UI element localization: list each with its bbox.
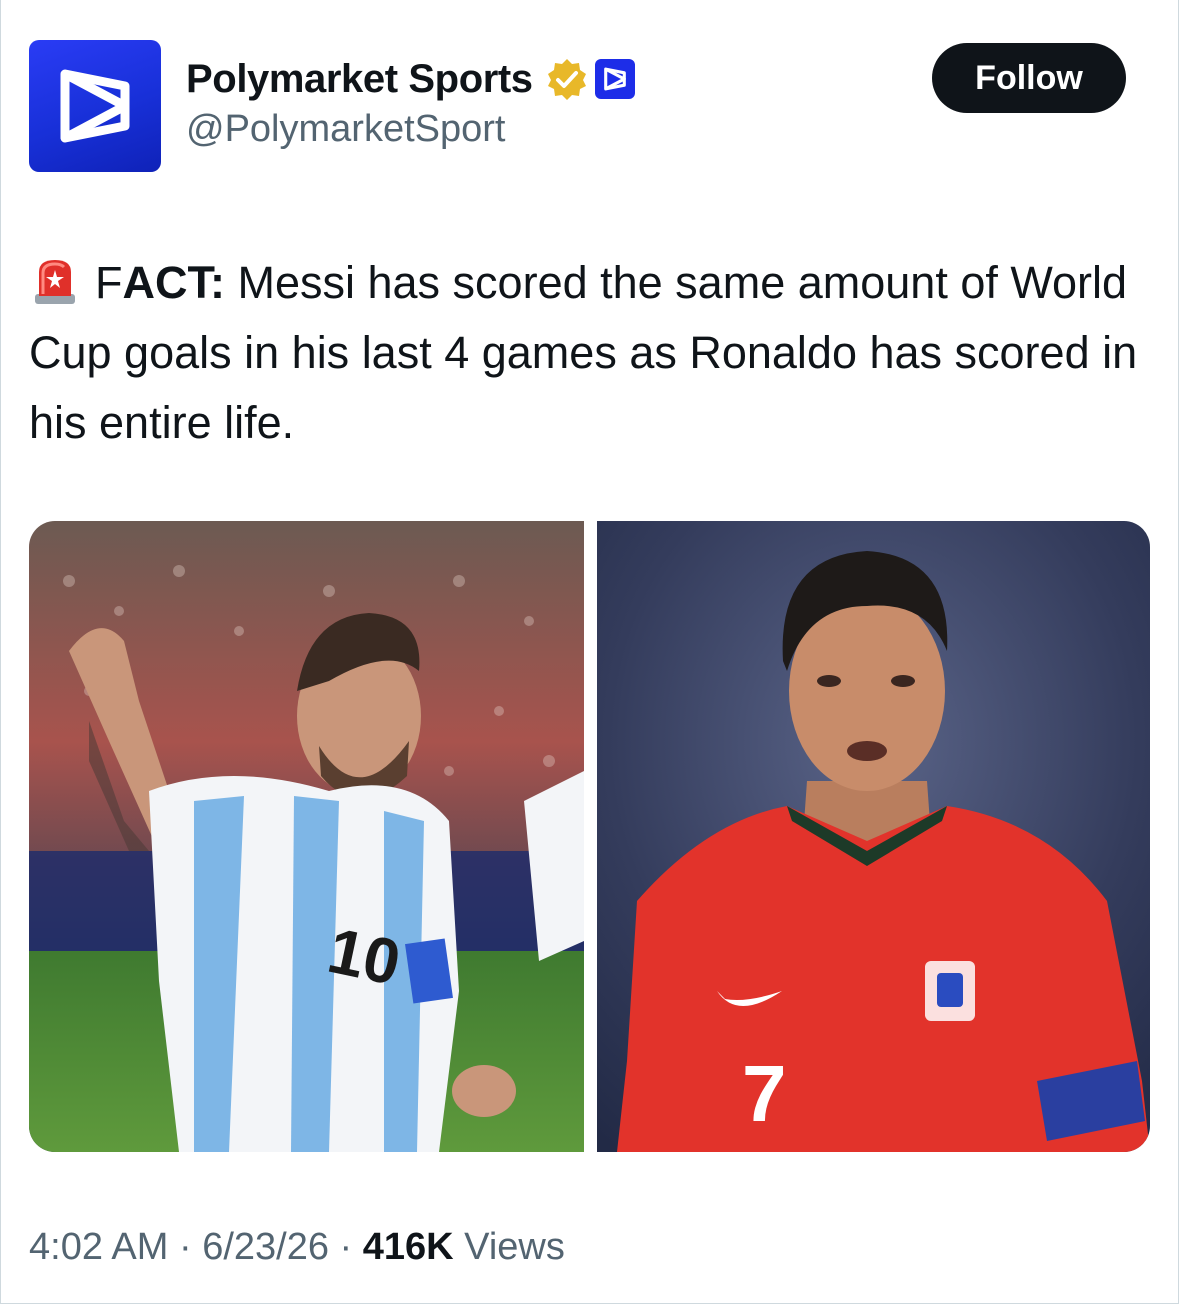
tweet-text: FACT: Messi has scored the same amount o… (29, 248, 1139, 458)
views-label: Views (453, 1226, 565, 1268)
tweet-meta: 4:02 AM · 6/23/26 · 416K Views (29, 1226, 565, 1269)
right-jersey-number: 7 (742, 1049, 787, 1138)
meta-separator: · (168, 1226, 203, 1268)
media-image-left[interactable]: 10 (29, 521, 584, 1152)
tweet-bold-label: ACT: (122, 257, 225, 308)
polymarket-logo-icon (60, 69, 130, 143)
affiliate-badge-icon[interactable] (594, 59, 635, 99)
tweet-lead-letter: F (95, 257, 123, 308)
verified-badge-icon[interactable] (545, 57, 589, 101)
views-count[interactable]: 416K (363, 1226, 454, 1268)
avatar[interactable] (29, 40, 161, 172)
tweet-date[interactable]: 6/23/26 (202, 1226, 329, 1268)
name-row: Polymarket Sports (186, 54, 635, 104)
follow-button[interactable]: Follow (932, 43, 1126, 113)
media-grid: 10 7 (29, 521, 1150, 1152)
tweet-time[interactable]: 4:02 AM (29, 1226, 168, 1268)
rotating-light-icon (35, 260, 75, 304)
left-jersey-number: 10 (322, 914, 407, 999)
meta-separator: · (329, 1226, 363, 1268)
handle[interactable]: @PolymarketSport (186, 108, 505, 151)
media-image-right[interactable]: 7 (597, 521, 1150, 1152)
display-name[interactable]: Polymarket Sports (186, 57, 533, 102)
